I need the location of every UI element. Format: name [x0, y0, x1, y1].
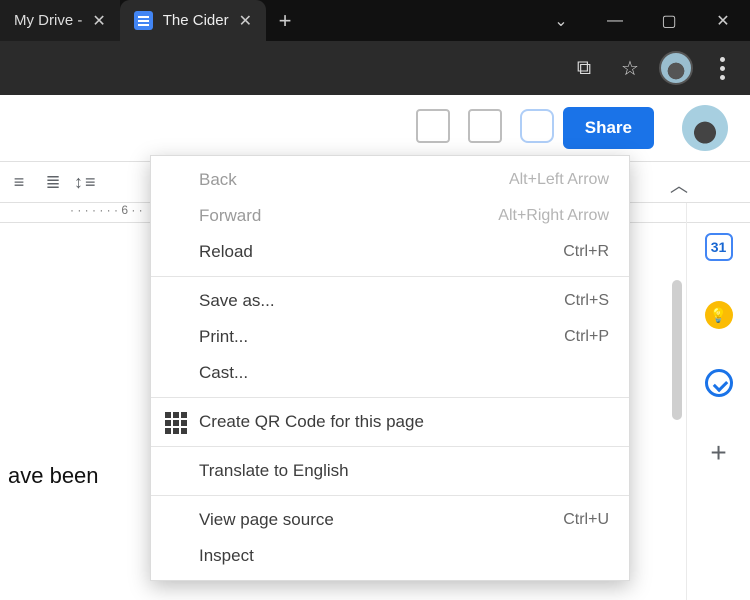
qr-code-icon — [165, 412, 185, 432]
menu-item-shortcut: Ctrl+R — [563, 243, 609, 261]
menu-separator — [151, 446, 629, 447]
side-panel: 31 💡 + — [686, 203, 750, 600]
align-left-icon[interactable]: ≡ — [6, 172, 32, 193]
menu-item-shortcut: Ctrl+S — [564, 292, 609, 310]
google-docs-icon — [134, 11, 153, 30]
collapse-toolbar-icon[interactable]: ︿ — [670, 172, 688, 198]
menu-separator — [151, 495, 629, 496]
share-button[interactable]: Share — [563, 107, 654, 149]
context-menu: Back Alt+Left Arrow Forward Alt+Right Arrow… — [150, 155, 630, 581]
menu-item-forward: Forward Alt+Right Arrow — [151, 198, 629, 234]
menu-item-label: Back — [199, 170, 237, 190]
titlebar: My Drive - ✕ The Cider ✕ + ⌄ — ▢ ✕ — [0, 0, 750, 41]
close-window-button[interactable]: ✕ — [696, 0, 750, 41]
calendar-icon[interactable]: 31 — [705, 233, 733, 261]
menu-item-label: Reload — [199, 242, 253, 262]
tab-label: The Cider — [163, 12, 229, 29]
docs-header: Share — [0, 95, 750, 161]
window-controls: ⌄ — ▢ ✕ — [534, 0, 750, 41]
menu-item-save-as[interactable]: Save as... Ctrl+S — [151, 283, 629, 319]
comment-icon[interactable] — [468, 109, 502, 143]
close-icon[interactable]: ✕ — [92, 11, 105, 31]
menu-item-reload[interactable]: Reload Ctrl+R — [151, 234, 629, 270]
browser-menu-button[interactable] — [702, 48, 742, 88]
minimize-button[interactable]: — — [588, 0, 642, 41]
align-justify-icon[interactable]: ≣ — [40, 172, 66, 193]
menu-item-translate-to-english[interactable]: Translate to English — [151, 453, 629, 489]
menu-item-view-page-source[interactable]: View page source Ctrl+U — [151, 502, 629, 538]
tab-label: My Drive - — [14, 12, 82, 29]
menu-item-label: Inspect — [199, 546, 254, 566]
tasks-icon[interactable] — [705, 369, 733, 397]
share-label: Share — [585, 118, 632, 138]
menu-item-shortcut: Ctrl+P — [564, 328, 609, 346]
menu-item-create-qr-code-for-this-page[interactable]: Create QR Code for this page — [151, 404, 629, 440]
bookmark-star-icon[interactable]: ☆ — [610, 48, 650, 88]
menu-item-label: Cast... — [199, 363, 248, 383]
document-text: ave been — [8, 463, 99, 488]
menu-item-shortcut: Ctrl+U — [563, 511, 609, 529]
menu-item-shortcut: Alt+Right Arrow — [498, 207, 609, 225]
menu-item-label: Create QR Code for this page — [199, 412, 424, 432]
tab-cider[interactable]: The Cider ✕ — [120, 0, 266, 41]
menu-item-label: Forward — [199, 206, 261, 226]
maximize-button[interactable]: ▢ — [642, 0, 696, 41]
install-app-icon[interactable]: ⧉ — [564, 48, 604, 88]
menu-item-inspect[interactable]: Inspect — [151, 538, 629, 574]
meet-icon[interactable] — [520, 109, 554, 143]
keep-icon[interactable]: 💡 — [705, 301, 733, 329]
close-icon[interactable]: ✕ — [239, 11, 252, 31]
menu-separator — [151, 397, 629, 398]
menu-item-print[interactable]: Print... Ctrl+P — [151, 319, 629, 355]
menu-item-label: Print... — [199, 327, 248, 347]
add-addon-button[interactable]: + — [710, 437, 726, 469]
menu-item-label: View page source — [199, 510, 334, 530]
profile-avatar[interactable] — [656, 48, 696, 88]
history-icon[interactable] — [416, 109, 450, 143]
menu-item-label: Save as... — [199, 291, 275, 311]
tabs-dropdown-icon[interactable]: ⌄ — [534, 0, 588, 41]
menu-item-back: Back Alt+Left Arrow — [151, 162, 629, 198]
browser-toolbar: ⧉ ☆ — [0, 41, 750, 95]
menu-item-cast[interactable]: Cast... — [151, 355, 629, 391]
scrollbar-thumb[interactable] — [672, 280, 682, 420]
line-spacing-button[interactable]: ↕≡ — [74, 172, 96, 193]
account-avatar[interactable] — [682, 105, 728, 151]
tab-mydrive[interactable]: My Drive - ✕ — [0, 0, 120, 41]
ruler-mark: 6 — [121, 203, 128, 217]
new-tab-button[interactable]: + — [266, 0, 304, 41]
menu-item-shortcut: Alt+Left Arrow — [509, 171, 609, 189]
menu-separator — [151, 276, 629, 277]
menu-item-label: Translate to English — [199, 461, 349, 481]
